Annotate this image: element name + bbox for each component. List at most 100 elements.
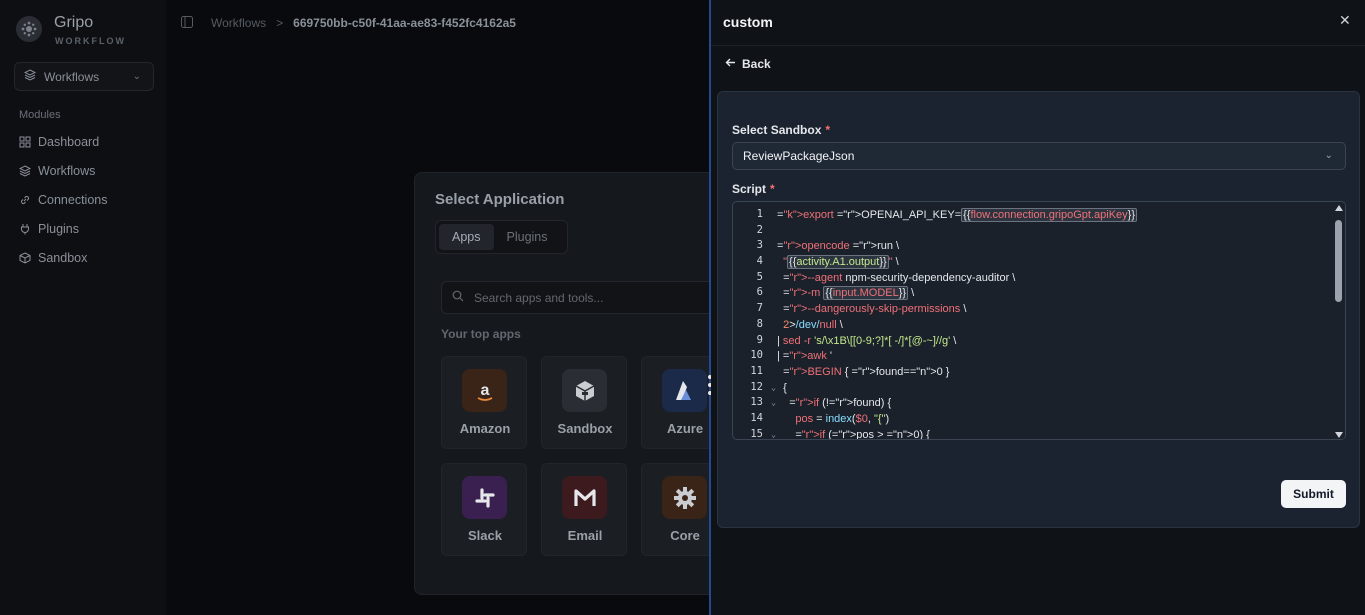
sidebar-item-sandbox[interactable]: Sandbox [19, 247, 159, 269]
script-editor[interactable]: 1 2 3 4 5 6 7 8 9 10 11 12 ⌄ 13 ⌄ 14 15 ⌄ ="k">export ="r… [732, 201, 1346, 440]
sidebar-toggle-icon[interactable] [181, 15, 193, 31]
code-line[interactable]: ="r">--agent npm-security-dependency-aud… [777, 271, 1327, 287]
line-number: 14 [750, 411, 763, 424]
sandbox-select[interactable]: ReviewPackageJson ⌄ [732, 142, 1346, 170]
fold-chevron-icon[interactable]: ⌄ [771, 430, 776, 439]
app-card-email[interactable]: Email [541, 463, 627, 556]
amazon-icon: a [462, 369, 507, 412]
layers-icon [19, 165, 31, 177]
code-line[interactable]: ="r">if (!="r">found) { [777, 396, 1327, 412]
scrollbar-thumb[interactable] [1335, 220, 1342, 302]
code-line[interactable]: ="k">export ="r">OPENAI_API_KEY= {{flow.c… [777, 208, 1327, 224]
chevron-down-icon: ⌄ [1324, 150, 1333, 161]
app-tabs: Apps Plugins [435, 220, 568, 254]
scroll-up-icon[interactable] [1335, 205, 1343, 211]
fold-chevron-icon[interactable]: ⌄ [771, 383, 776, 392]
line-number: 8 [756, 317, 763, 330]
plug-icon [19, 223, 31, 235]
line-number: 11 [750, 364, 763, 377]
app-label: Sandbox [557, 421, 613, 436]
line-number: 1 [756, 208, 763, 220]
sidebar-item-label: Dashboard [38, 135, 100, 149]
azure-icon [662, 369, 707, 412]
box-icon [562, 369, 607, 412]
sidebar-item-workflows[interactable]: Workflows [19, 160, 159, 182]
editor-scrollbar[interactable] [1332, 202, 1345, 439]
required-mark: * [770, 182, 775, 196]
code-line[interactable]: { [777, 381, 1327, 397]
gmail-icon [562, 476, 607, 519]
sidebar-item-connections[interactable]: Connections [19, 189, 159, 211]
brand-name: Gripo [54, 14, 94, 31]
sidebar-item-label: Workflows [38, 164, 96, 178]
app-label: Email [567, 528, 603, 543]
script-label: Script * [732, 182, 775, 196]
workflow-canvas[interactable]: Workflows > 669750bb-c50f-41aa-ae83-f452… [166, 0, 731, 615]
sidebar-item-plugins[interactable]: Plugins [19, 218, 159, 240]
svg-text:a: a [480, 382, 489, 399]
code-line[interactable]: | sed -r 's/\x1B\[[0-9;?]*[ -/]*[@-~]//g… [777, 334, 1327, 350]
line-number-gutter: 1 2 3 4 5 6 7 8 9 10 11 12 ⌄ 13 ⌄ 14 15 ⌄ [733, 208, 777, 439]
code-line[interactable]: ="r">-m {{input.MODEL}} \ [777, 286, 1327, 302]
link-icon [19, 194, 31, 206]
line-number: 12 ⌄ [750, 380, 776, 393]
arrow-left-icon [725, 57, 736, 71]
sandbox-value: ReviewPackageJson [743, 149, 855, 163]
fold-chevron-icon[interactable]: ⌄ [771, 398, 776, 407]
workspace-select[interactable]: Workflows ⌄ [14, 62, 154, 91]
search-placeholder: Search apps and tools... [474, 290, 604, 305]
code-content[interactable]: ="k">export ="r">OPENAI_API_KEY= {{flow.c… [777, 208, 1327, 439]
modal-title: Select Application [435, 191, 565, 208]
layers-icon [23, 69, 37, 84]
search-input[interactable]: Search apps and tools... [441, 281, 731, 314]
line-number: 6 [756, 286, 763, 299]
breadcrumb-separator: > [276, 16, 284, 30]
select-application-modal: Select Application Apps Plugins Search a… [414, 172, 731, 595]
panel-header: custom ✕ [711, 0, 1365, 46]
code-line[interactable]: " {{activity.A1.output}} " \ [777, 255, 1327, 271]
sidebar: Gripo WORKFLOW Workflows ⌄ Modules Dashb… [0, 0, 166, 615]
line-number: 2 [756, 223, 763, 236]
top-apps-heading: Your top apps [441, 327, 521, 341]
grid-icon [19, 136, 31, 148]
line-number: 3 [756, 239, 763, 252]
code-line[interactable]: | ="r">awk ' [777, 349, 1327, 365]
code-line[interactable]: pos = index($0, "{") [777, 412, 1327, 428]
panel-title: custom [723, 14, 773, 30]
breadcrumb: Workflows > 669750bb-c50f-41aa-ae83-f452… [166, 8, 711, 38]
tab-plugins[interactable]: Plugins [494, 224, 561, 250]
code-line[interactable]: ="r">if (="r">pos > ="n">0) { [777, 428, 1327, 439]
line-number: 13 ⌄ [750, 396, 776, 409]
code-line[interactable]: ="r">BEGIN { ="r">found=="n">0 } [777, 365, 1327, 381]
line-number: 9 [756, 333, 763, 346]
back-button[interactable]: Back [725, 57, 771, 71]
chevron-down-icon: ⌄ [132, 71, 141, 82]
config-form: Select Sandbox * ReviewPackageJson ⌄ Scri… [717, 91, 1360, 528]
sidebar-item-label: Sandbox [38, 251, 88, 265]
breadcrumb-workflows[interactable]: Workflows [211, 16, 266, 30]
code-line[interactable]: ="r">opencode ="r">run \ [777, 239, 1327, 255]
code-line[interactable]: ="r">--dangerously-skip-permissions \ [777, 302, 1327, 318]
app-root: Gripo WORKFLOW Workflows ⌄ Modules Dashb… [0, 0, 1365, 615]
app-card-slack[interactable]: Slack [441, 463, 527, 556]
scroll-down-icon[interactable] [1335, 432, 1343, 438]
submit-button[interactable]: Submit [1281, 480, 1346, 508]
line-number: 7 [756, 302, 763, 315]
code-line[interactable] [777, 224, 1327, 240]
workspace-label: Workflows [44, 69, 100, 84]
line-number: 5 [756, 270, 763, 283]
line-number: 10 [750, 349, 763, 362]
app-card-sandbox[interactable]: Sandbox [541, 356, 627, 449]
app-card-amazon[interactable]: a Amazon [441, 356, 527, 449]
code-line[interactable]: 2>/dev/null \ [777, 318, 1327, 334]
close-icon[interactable]: ✕ [1339, 12, 1351, 29]
brand-subtitle: WORKFLOW [55, 36, 126, 46]
sandbox-label: Select Sandbox * [732, 123, 831, 137]
tab-apps[interactable]: Apps [439, 224, 494, 250]
gear-icon [662, 476, 707, 519]
sidebar-item-dashboard[interactable]: Dashboard [19, 131, 159, 153]
app-label: Amazon [459, 421, 511, 436]
search-icon [452, 290, 464, 305]
breadcrumb-workflow-id: 669750bb-c50f-41aa-ae83-f452fc4162a5 [293, 16, 516, 30]
gripo-logo-icon [16, 16, 42, 42]
